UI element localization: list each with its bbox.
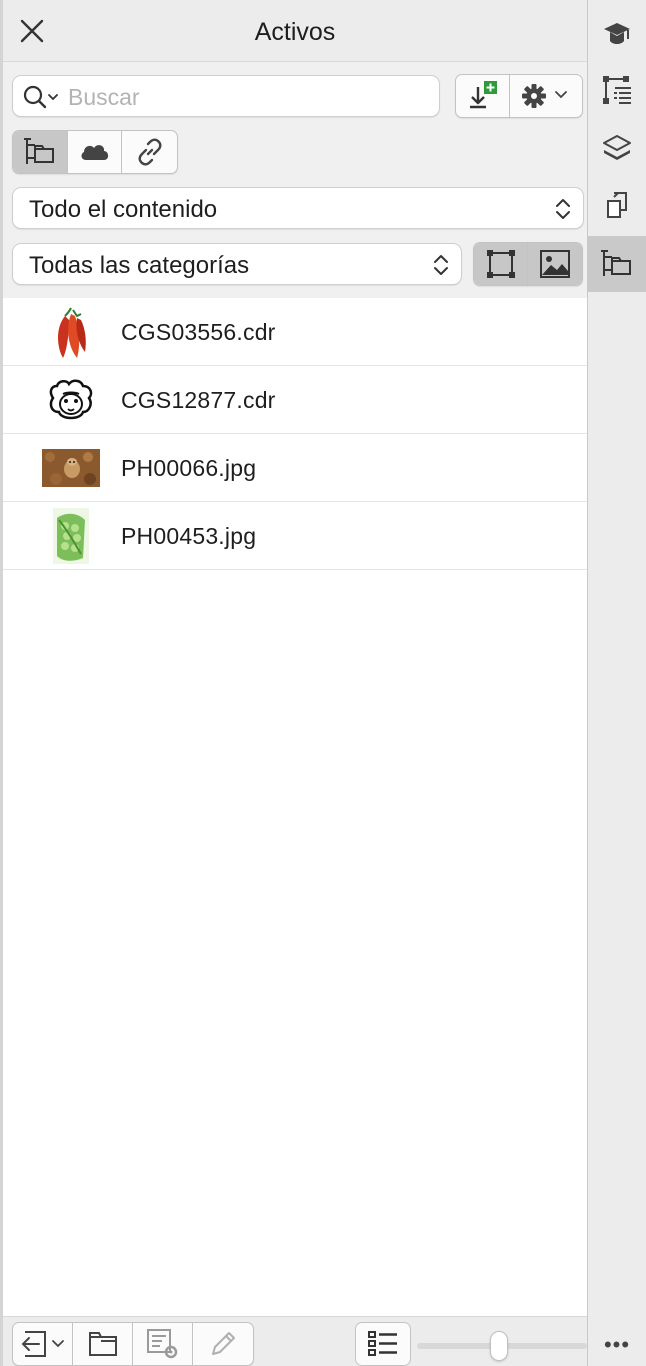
tab-local-folders[interactable] — [13, 131, 68, 173]
search-input[interactable] — [68, 82, 428, 112]
edit-button[interactable] — [193, 1323, 253, 1365]
up-down-chevron-icon — [434, 255, 448, 275]
folder-tree-icon — [601, 250, 631, 276]
folder-button[interactable] — [73, 1323, 133, 1365]
rail-tab-properties[interactable] — [588, 62, 646, 118]
rail-tab-assets[interactable] — [588, 236, 646, 292]
image-view-button[interactable] — [528, 243, 582, 285]
sheep-thumbnail — [41, 372, 101, 428]
peas-photo-thumbnail — [41, 508, 101, 564]
search-icon[interactable] — [23, 85, 61, 109]
thumbnail-size-slider[interactable] — [417, 1331, 587, 1361]
properties-button[interactable] — [133, 1323, 193, 1365]
object-properties-icon — [603, 76, 631, 104]
view-mode-toggle — [473, 242, 583, 286]
content-filter-select[interactable]: Todo el contenido — [12, 187, 584, 229]
rail-tab-pages[interactable] — [588, 178, 646, 234]
list-item[interactable]: CGS03556.cdr — [3, 298, 587, 366]
image-icon — [540, 250, 570, 278]
vector-frame-icon — [486, 250, 515, 278]
document-settings-icon — [146, 1329, 177, 1359]
link-icon — [138, 138, 162, 166]
gear-icon — [522, 84, 567, 108]
source-tabs — [12, 130, 178, 174]
tab-cloud[interactable] — [68, 131, 123, 173]
category-filter-select[interactable]: Todas las categorías — [12, 243, 462, 285]
asset-name: PH00453.jpg — [121, 523, 257, 549]
dog-photo-thumbnail — [41, 440, 101, 496]
import-arrow-icon — [21, 1331, 64, 1357]
asset-name: PH00066.jpg — [121, 455, 257, 481]
cloud-icon — [81, 145, 108, 160]
panel-footer — [3, 1316, 587, 1366]
list-item[interactable]: CGS12877.cdr — [3, 366, 587, 434]
rail-tab-learn[interactable] — [588, 6, 646, 62]
folder-tree-icon — [23, 138, 54, 164]
vector-view-button[interactable] — [474, 243, 529, 285]
list-item[interactable]: PH00453.jpg — [3, 502, 587, 570]
assets-panel: Activos Buscar Todo el contenido Todas l… — [0, 0, 588, 1366]
more-options-icon[interactable]: ••• — [588, 1330, 646, 1360]
asset-name: CGS12877.cdr — [121, 387, 276, 413]
folder-icon — [88, 1332, 117, 1356]
import-button[interactable] — [456, 75, 511, 117]
graduation-cap-icon — [604, 23, 630, 44]
layers-icon — [603, 135, 631, 160]
rail-tab-layers[interactable] — [588, 120, 646, 176]
slider-thumb[interactable] — [489, 1331, 508, 1361]
pencil-icon — [212, 1332, 235, 1355]
list-view-icon — [368, 1331, 397, 1356]
pages-icon — [607, 192, 627, 218]
search-field[interactable] — [12, 75, 440, 117]
tab-links[interactable] — [122, 131, 177, 173]
category-filter-value: Todas las categorías — [29, 252, 250, 279]
panel-header: Activos — [3, 0, 587, 62]
list-view-button[interactable] — [355, 1322, 411, 1366]
asset-name: CGS03556.cdr — [121, 319, 276, 345]
top-actions-group — [455, 74, 583, 118]
footer-actions — [12, 1322, 254, 1366]
docker-tab-rail: ••• — [588, 0, 646, 1366]
asset-list: CGS03556.cdr CGS12877.cdr PH00066.jpg PH… — [3, 298, 587, 1316]
import-menu-button[interactable] — [13, 1323, 73, 1365]
up-down-chevron-icon — [556, 199, 570, 219]
content-filter-value: Todo el contenido — [29, 196, 218, 223]
panel-title: Activos — [254, 18, 336, 46]
settings-button[interactable] — [510, 75, 582, 117]
list-item[interactable]: PH00066.jpg — [3, 434, 587, 502]
chili-peppers-thumbnail — [41, 304, 101, 360]
import-add-icon — [469, 81, 497, 109]
